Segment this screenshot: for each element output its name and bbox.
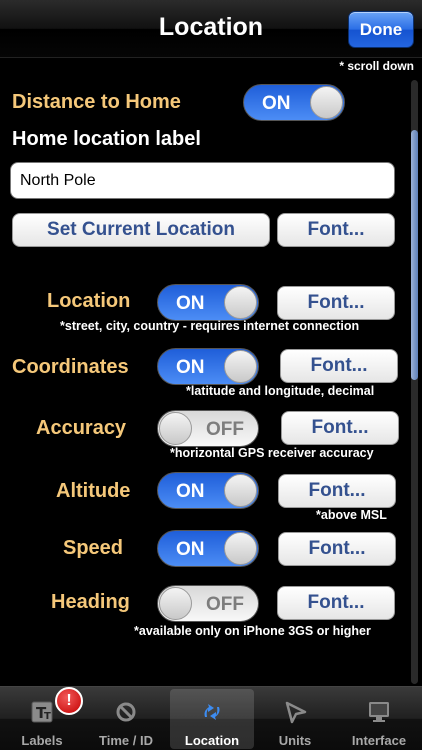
accuracy-note: *horizontal GPS receiver accuracy — [170, 446, 374, 460]
tab-label: Location — [184, 733, 240, 748]
location-arrows-icon — [204, 704, 220, 720]
scrollbar-thumb[interactable] — [411, 130, 418, 380]
toggle-state: ON — [176, 481, 205, 502]
accuracy-label: Accuracy — [36, 417, 127, 439]
location-label: Location — [47, 290, 131, 312]
distance-to-home-toggle[interactable]: ON — [243, 84, 345, 121]
home-font-button[interactable]: Font... — [277, 213, 395, 247]
accuracy-toggle[interactable]: OFF — [157, 410, 259, 447]
altitude-toggle[interactable]: ON — [157, 472, 259, 509]
toggle-knob — [224, 286, 257, 319]
alert-badge: ! — [55, 687, 83, 715]
speed-label: Speed — [63, 537, 124, 559]
tab-time-id[interactable]: Time / ID — [84, 687, 168, 750]
toggle-state: ON — [262, 93, 291, 114]
toggle-knob — [159, 587, 192, 620]
tab-bar: T T ! Labels Time / ID Location Units In… — [0, 686, 422, 750]
toggle-state: OFF — [206, 419, 244, 440]
toggle-state: ON — [176, 539, 205, 560]
toggle-state: ON — [176, 357, 205, 378]
svg-text:T: T — [44, 711, 51, 722]
heading-font-button[interactable]: Font... — [277, 586, 395, 620]
scrollbar[interactable] — [411, 80, 418, 684]
altitude-note: *above MSL — [316, 508, 387, 522]
toggle-knob — [224, 350, 257, 383]
coordinates-font-button[interactable]: Font... — [280, 349, 398, 383]
coordinates-toggle[interactable]: ON — [157, 348, 259, 385]
navigation-bar: Location Done — [0, 0, 422, 58]
accuracy-font-button[interactable]: Font... — [281, 411, 399, 445]
speed-toggle[interactable]: ON — [157, 530, 259, 567]
speed-font-button[interactable]: Font... — [278, 532, 396, 566]
tab-interface[interactable]: Interface — [337, 687, 421, 750]
tab-label: Time / ID — [99, 733, 153, 748]
scroll-down-note: * scroll down — [339, 59, 414, 73]
altitude-font-button[interactable]: Font... — [278, 474, 396, 508]
toggle-state: OFF — [206, 594, 244, 615]
heading-label: Heading — [51, 591, 130, 613]
home-location-input[interactable]: North Pole — [10, 162, 395, 199]
coordinates-label: Coordinates — [12, 356, 129, 378]
location-toggle[interactable]: ON — [157, 284, 259, 321]
home-location-label: Home location label — [12, 128, 201, 150]
toggle-knob — [159, 412, 192, 445]
toggle-state: ON — [176, 293, 205, 314]
done-button[interactable]: Done — [348, 11, 414, 48]
toggle-knob — [224, 532, 257, 565]
location-font-button[interactable]: Font... — [277, 286, 395, 320]
toggle-knob — [224, 474, 257, 507]
distance-to-home-label: Distance to Home — [12, 91, 181, 113]
heading-note: *available only on iPhone 3GS or higher — [134, 624, 371, 638]
tab-label: Interface — [351, 733, 407, 748]
tab-units[interactable]: Units — [253, 687, 337, 750]
tab-labels[interactable]: T T ! Labels — [0, 687, 84, 750]
coordinates-note: *latitude and longitude, decimal — [186, 384, 375, 398]
tab-label: Units — [278, 733, 312, 748]
altitude-label: Altitude — [56, 480, 131, 502]
no-sign-icon — [116, 702, 136, 722]
toggle-knob — [310, 86, 343, 119]
set-current-location-button[interactable]: Set Current Location — [12, 213, 270, 247]
location-note: *street, city, country - requires intern… — [60, 319, 360, 333]
tab-location[interactable]: Location — [170, 689, 254, 749]
monitor-icon — [369, 702, 389, 722]
heading-toggle[interactable]: OFF — [157, 585, 259, 622]
cursor-icon — [285, 701, 307, 724]
text-icon: T T — [31, 701, 53, 723]
tab-label: Labels — [21, 733, 63, 748]
